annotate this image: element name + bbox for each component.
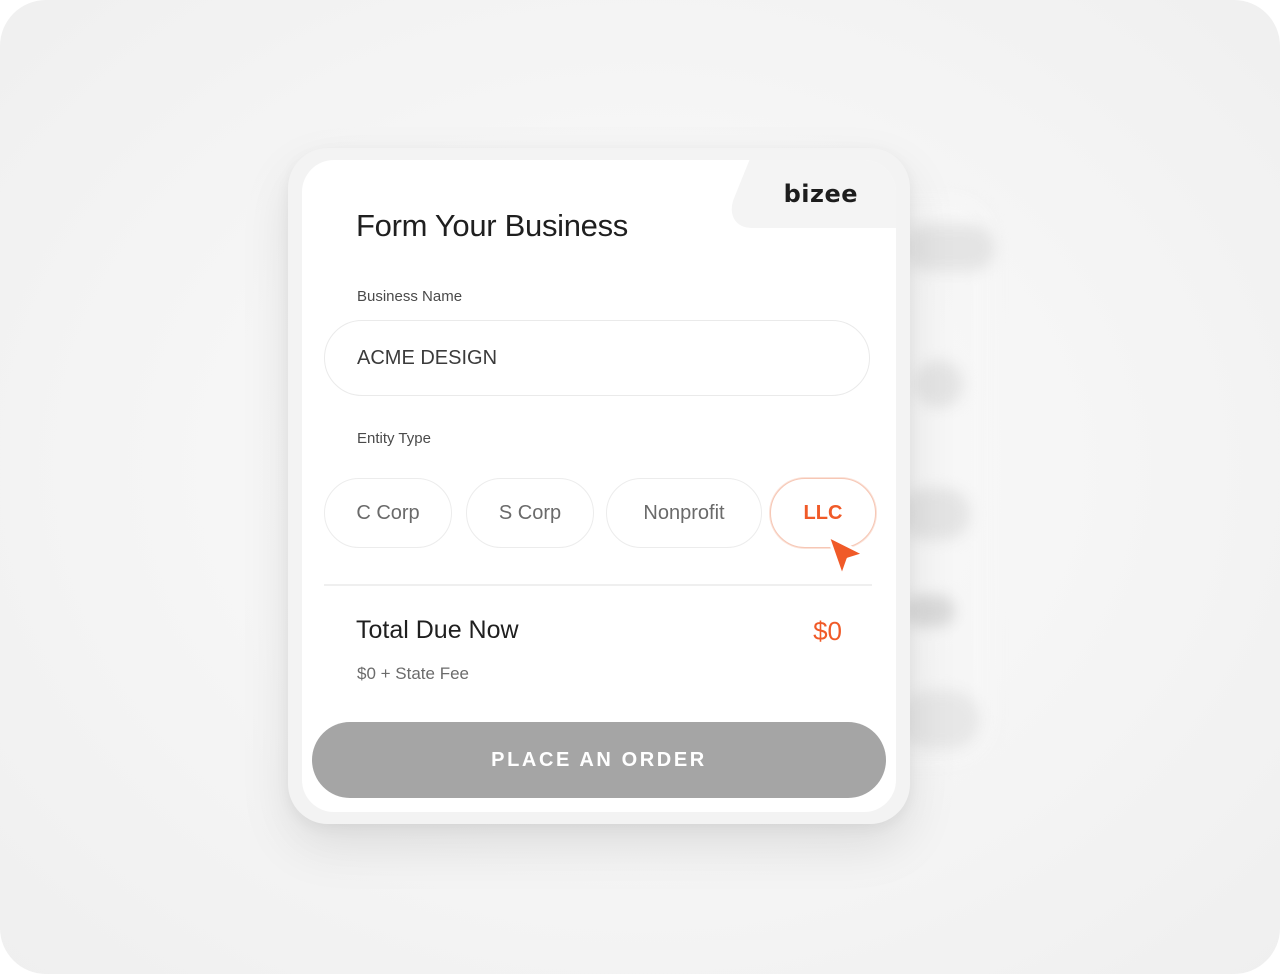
business-name-input[interactable] (324, 320, 870, 396)
entity-option-nonprofit[interactable]: Nonprofit (606, 478, 762, 548)
background-blob (905, 225, 995, 271)
background-blob (900, 488, 970, 540)
total-due-label: Total Due Now (356, 616, 519, 644)
entity-option-c-corp[interactable]: C Corp (324, 478, 452, 548)
divider (324, 584, 872, 586)
background-blob (900, 690, 980, 750)
form-card: bizee Form Your Business Business Name E… (302, 160, 896, 812)
page-title: Form Your Business (356, 208, 629, 243)
background-stage: bizee Form Your Business Business Name E… (0, 0, 1280, 974)
entity-type-label: Entity Type (357, 430, 431, 447)
cursor-arrow-icon (826, 534, 866, 578)
entity-option-s-corp[interactable]: S Corp (466, 478, 594, 548)
background-blob (905, 595, 955, 627)
business-name-label: Business Name (357, 288, 463, 305)
brand-logo: bizee (783, 180, 858, 208)
state-fee-note: $0 + State Fee (357, 664, 469, 683)
place-order-button[interactable]: PLACE AN ORDER (312, 722, 886, 798)
total-due-amount: $0 (813, 616, 842, 646)
background-blob (915, 360, 963, 408)
